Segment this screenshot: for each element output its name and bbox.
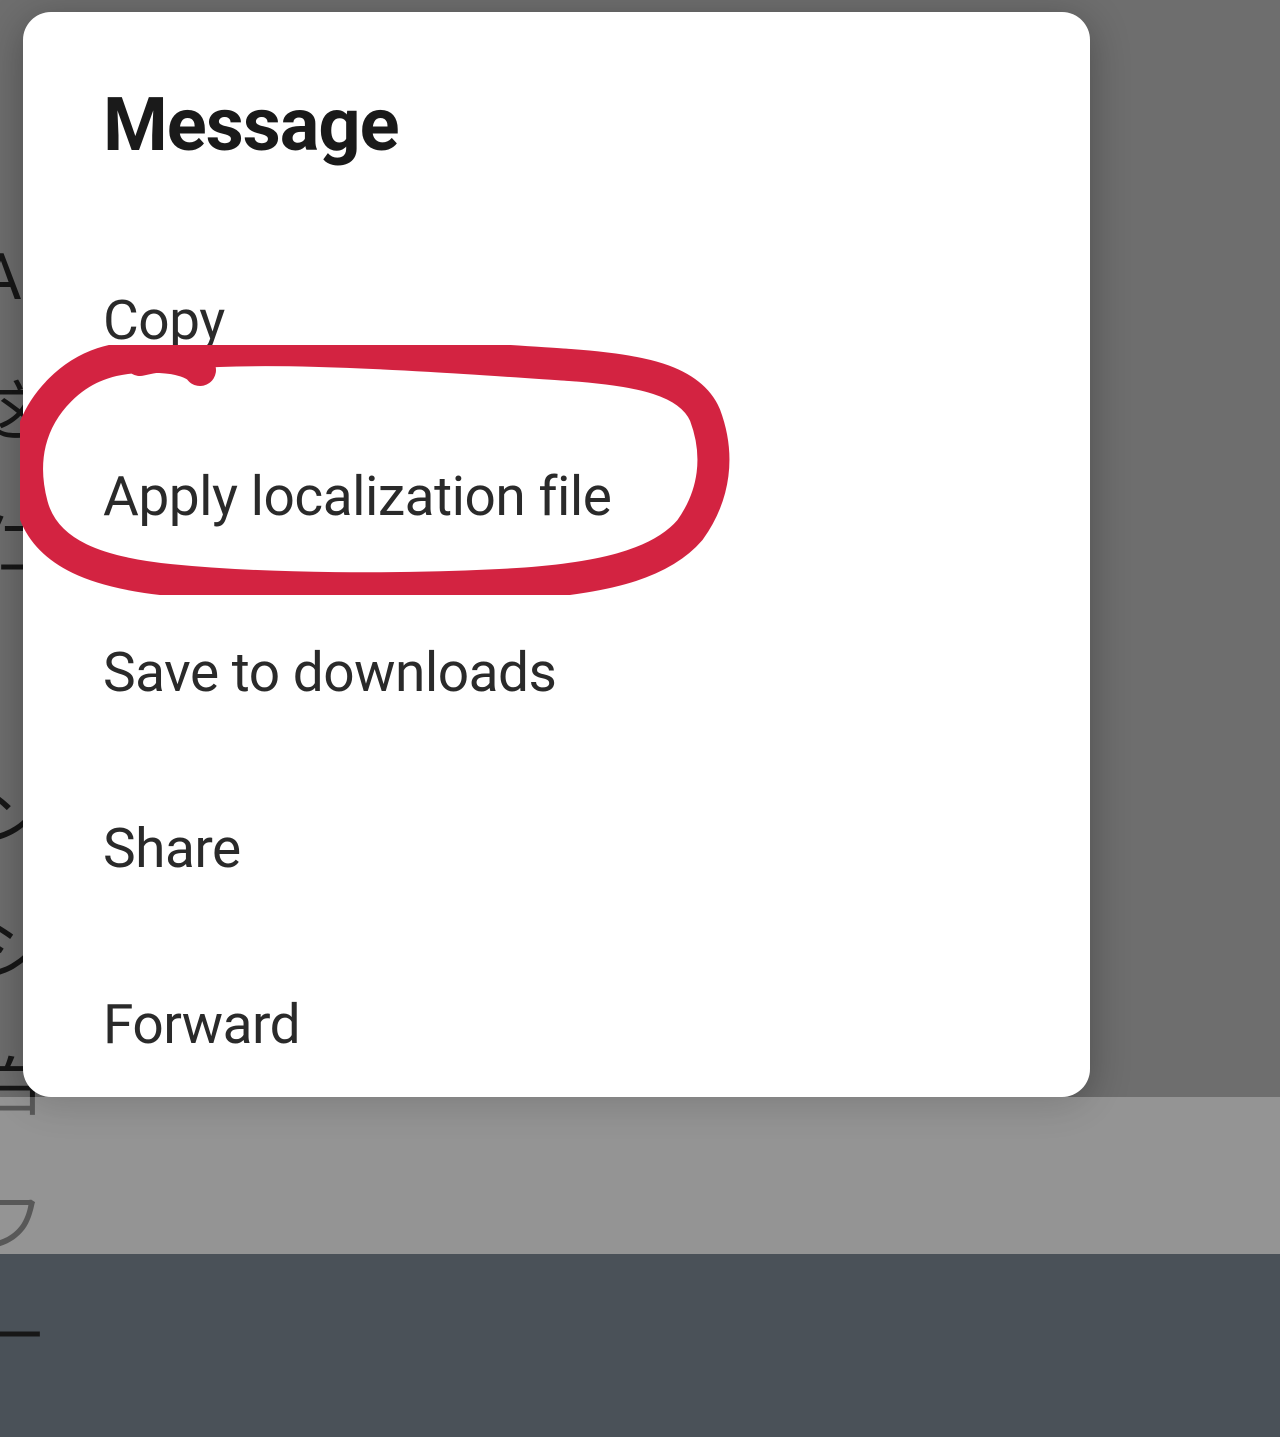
dialog-title: Message [103, 82, 1010, 169]
menu-item-share[interactable]: Share [103, 817, 241, 881]
menu-item-apply-localization[interactable]: Apply localization file [103, 465, 611, 529]
menu-item-forward[interactable]: Forward [103, 993, 300, 1057]
menu-item-save-to-downloads[interactable]: Save to downloads [103, 641, 556, 705]
menu-item-copy[interactable]: Copy [103, 289, 225, 353]
message-context-menu: Message Copy Apply localization file Sav… [23, 12, 1090, 1097]
bottom-strip [0, 1097, 1280, 1254]
